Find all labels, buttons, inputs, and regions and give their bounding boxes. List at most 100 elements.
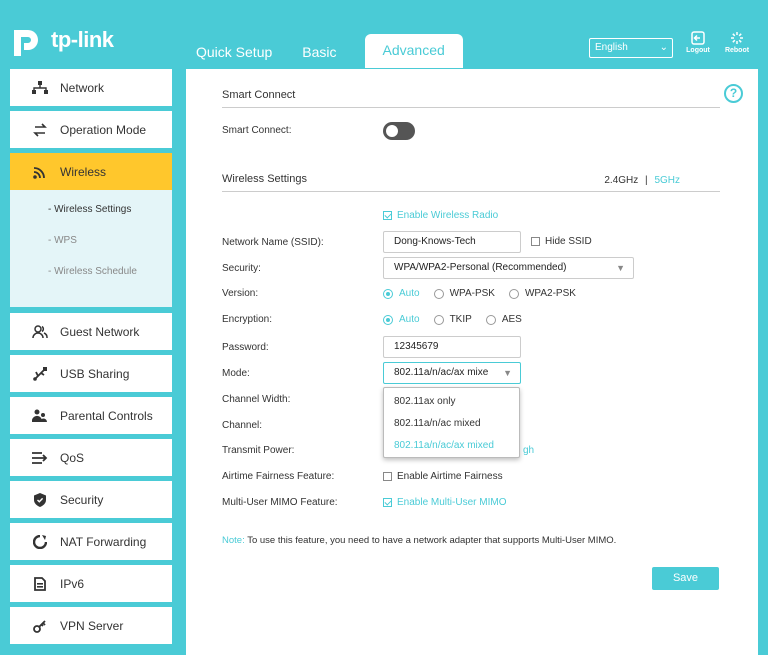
radio-dot: [383, 314, 393, 325]
mode-value: 802.11a/n/ac/ax mixe: [394, 367, 489, 378]
checkbox-box: [383, 211, 392, 220]
sidebar: Network Operation Mode Wireless - Wirele…: [10, 69, 172, 649]
mumimo-note: Note: To use this feature, you need to h…: [222, 535, 616, 546]
reboot-label: Reboot: [724, 47, 750, 54]
sidebar-item-wireless[interactable]: Wireless: [10, 153, 172, 190]
transmit-power-high-option[interactable]: gh: [523, 445, 534, 456]
sidebar-item-label: USB Sharing: [60, 366, 130, 381]
sidebar-item-label: Operation Mode: [60, 122, 147, 137]
language-select[interactable]: English ⌄: [589, 38, 673, 58]
version-auto-radio[interactable]: Auto: [383, 288, 420, 299]
encryption-aes-radio[interactable]: AES: [485, 314, 522, 325]
nat-icon: [32, 534, 48, 550]
note-text: To use this feature, you need to have a …: [247, 535, 617, 546]
mode-row: Mode: 802.11a/n/ac/ax mixe ▼: [222, 362, 722, 384]
mumimo-checkbox[interactable]: Enable Multi-User MIMO: [383, 497, 506, 508]
radio-label: AES: [501, 314, 522, 325]
sidebar-item-label: IPv6: [60, 576, 85, 591]
note-label: Note:: [222, 535, 245, 546]
security-select[interactable]: WPA/WPA2-Personal (Recommended) ▼: [383, 257, 634, 279]
smart-connect-section-title: Smart Connect: [222, 89, 720, 108]
sidebar-item-label: QoS: [60, 450, 85, 465]
sidebar-item-operation-mode[interactable]: Operation Mode: [10, 111, 172, 148]
version-wpa-psk-radio[interactable]: WPA-PSK: [433, 288, 495, 299]
wifi-icon: [32, 164, 48, 180]
smart-connect-label: Smart Connect:: [222, 125, 292, 136]
enable-wireless-radio-checkbox[interactable]: Enable Wireless Radio: [383, 210, 498, 221]
enable-radio-row: Enable Wireless Radio: [222, 208, 722, 226]
mumimo-row: Multi-User MIMO Feature: Enable Multi-Us…: [222, 494, 722, 512]
encryption-row: Encryption: Auto TKIP AES: [222, 311, 722, 329]
tab-basic[interactable]: Basic: [302, 36, 336, 68]
subitem-wireless-settings[interactable]: - Wireless Settings: [10, 202, 172, 233]
security-row: Security: WPA/WPA2-Personal (Recommended…: [222, 257, 722, 279]
sidebar-item-network[interactable]: Network: [10, 69, 172, 106]
logout-label: Logout: [686, 47, 710, 54]
sidebar-item-security[interactable]: Security: [10, 481, 172, 518]
sidebar-item-label: Guest Network: [60, 324, 140, 339]
sidebar-item-label: NAT Forwarding: [60, 534, 147, 549]
help-icon[interactable]: ?: [724, 84, 743, 103]
airtime-fairness-checkbox[interactable]: Enable Airtime Fairness: [383, 471, 503, 482]
encryption-tkip-radio[interactable]: TKIP: [433, 314, 472, 325]
qos-icon: [32, 450, 48, 466]
hide-ssid-checkbox[interactable]: Hide SSID: [531, 236, 592, 247]
radio-label: Auto: [399, 288, 420, 299]
chevron-down-icon: ▼: [616, 263, 625, 273]
checkbox-label: Enable Multi-User MIMO: [397, 497, 507, 508]
tp-link-logo-icon: [14, 30, 38, 56]
band-5ghz-link[interactable]: 5GHz: [654, 175, 680, 186]
mode-option-anacax-mixed[interactable]: 802.11a/n/ac/ax mixed: [384, 435, 519, 457]
brand-name: tp-link: [51, 27, 114, 52]
tab-quick-setup[interactable]: Quick Setup: [196, 36, 272, 68]
smart-connect-toggle[interactable]: [383, 122, 415, 140]
logout-button[interactable]: Logout: [681, 31, 715, 54]
version-radio-group: Auto WPA-PSK WPA2-PSK: [383, 288, 590, 299]
smart-connect-row: Smart Connect:: [222, 122, 722, 140]
radio-label: WPA-PSK: [449, 288, 495, 299]
reboot-icon: [731, 32, 743, 44]
tab-advanced[interactable]: Advanced: [364, 34, 463, 68]
password-row: Password: 12345679: [222, 336, 722, 358]
sidebar-item-usb-sharing[interactable]: USB Sharing: [10, 355, 172, 392]
sidebar-item-parental-controls[interactable]: Parental Controls: [10, 397, 172, 434]
band-24ghz-link[interactable]: 2.4GHz: [604, 175, 638, 186]
password-label: Password:: [222, 342, 269, 353]
reboot-button[interactable]: Reboot: [720, 31, 754, 54]
sidebar-item-nat-forwarding[interactable]: NAT Forwarding: [10, 523, 172, 560]
password-input[interactable]: 12345679: [383, 336, 521, 358]
mode-option-anac-mixed[interactable]: 802.11a/n/ac mixed: [384, 413, 519, 435]
sidebar-item-ipv6[interactable]: IPv6: [10, 565, 172, 602]
usb-icon: [32, 366, 48, 382]
checkbox-box: [383, 472, 392, 481]
radio-dot: [383, 288, 393, 299]
transmit-power-label: Transmit Power:: [222, 445, 295, 456]
top-tabs: Quick Setup Basic Advanced: [196, 34, 493, 68]
subitem-wireless-schedule[interactable]: - Wireless Schedule: [10, 264, 172, 295]
language-value: English: [595, 42, 628, 53]
chevron-down-icon: ⌄: [659, 42, 668, 53]
ssid-input[interactable]: Dong-Knows-Tech: [383, 231, 521, 253]
mumimo-label: Multi-User MIMO Feature:: [222, 497, 338, 508]
subitem-wps[interactable]: - WPS: [10, 233, 172, 264]
encryption-label: Encryption:: [222, 314, 273, 325]
airtime-label: Airtime Fairness Feature:: [222, 471, 335, 482]
sidebar-item-label: VPN Server: [60, 618, 124, 633]
mode-select[interactable]: 802.11a/n/ac/ax mixe ▼: [383, 362, 521, 384]
logout-icon: [691, 31, 705, 45]
band-switch: 2.4GHz | 5GHz: [604, 175, 680, 186]
version-wpa2-psk-radio[interactable]: WPA2-PSK: [508, 288, 576, 299]
sidebar-item-vpn-server[interactable]: VPN Server: [10, 607, 172, 644]
sidebar-item-guest-network[interactable]: Guest Network: [10, 313, 172, 350]
encryption-auto-radio[interactable]: Auto: [383, 314, 420, 325]
sidebar-item-qos[interactable]: QoS: [10, 439, 172, 476]
mode-option-ax-only[interactable]: 802.11ax only: [384, 391, 519, 413]
version-row: Version: Auto WPA-PSK WPA2-PSK: [222, 285, 722, 303]
save-button[interactable]: Save: [652, 567, 719, 590]
ssid-label: Network Name (SSID):: [222, 237, 324, 248]
toggle-knob: [386, 125, 398, 137]
operation-mode-icon: [32, 122, 48, 138]
section-title: Wireless Settings: [222, 173, 307, 185]
sidebar-item-label: Wireless: [60, 164, 107, 179]
shield-icon: [32, 492, 48, 508]
